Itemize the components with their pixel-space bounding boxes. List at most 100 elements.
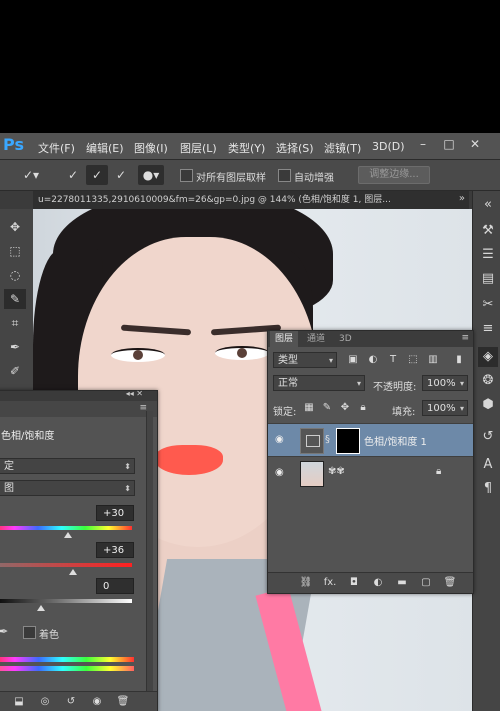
tab-layers[interactable]: 图层 xyxy=(270,331,299,347)
properties-scrollbar[interactable] xyxy=(146,411,153,691)
link-icon[interactable]: ⛓ xyxy=(298,576,314,590)
lightness-input[interactable]: 0 xyxy=(96,578,134,594)
tool-presets-icon[interactable]: ⚒ xyxy=(478,221,498,241)
menu-filter[interactable]: 滤镜(T) xyxy=(324,140,361,156)
minimize-button[interactable]: – xyxy=(412,135,434,153)
layer-row-hue-saturation[interactable]: ◉ § 色相/饱和度 1 xyxy=(268,423,473,456)
new-layer-icon[interactable]: ▢ xyxy=(418,576,434,590)
lock-position-icon[interactable]: ✥ xyxy=(338,401,352,415)
crop-tool-icon[interactable]: ⌗ xyxy=(4,313,26,333)
move-tool-icon[interactable]: ✥ xyxy=(4,217,26,237)
dock-collapse-icon[interactable]: « xyxy=(478,195,498,215)
filter-toggle-icon[interactable]: ▮ xyxy=(452,353,466,367)
layers-panel: 图层 通道 3D ≡ 类型 ▾ ▣ ◐ T ⬚ ▥ ▮ 正常 ▾ 不透明度: 100… xyxy=(267,330,474,594)
document-tab[interactable]: u=2278011335,2910610009&fm=26&gp=0.jpg @… xyxy=(33,191,428,209)
menu-3d[interactable]: 3D(D) xyxy=(372,140,405,153)
menu-file[interactable]: 文件(F) xyxy=(38,140,75,156)
menu-image[interactable]: 图像(I) xyxy=(134,140,168,156)
maximize-button[interactable]: □ xyxy=(438,135,460,153)
saturation-slider-track[interactable] xyxy=(0,563,132,567)
view-previous-icon[interactable]: ◎ xyxy=(37,695,53,709)
lock-transparent-icon[interactable]: ▦ xyxy=(302,401,316,415)
tab-3d[interactable]: 3D xyxy=(334,331,357,347)
blend-mode-select[interactable]: 正常 ▾ xyxy=(273,375,365,391)
brush-size-picker[interactable]: ●▾ xyxy=(138,165,164,185)
hue-input[interactable]: +30 xyxy=(96,505,134,521)
layer-mask-thumbnail[interactable] xyxy=(336,428,360,454)
lasso-tool-icon[interactable]: ◌ xyxy=(4,265,26,285)
photo-eye-left xyxy=(111,348,165,362)
tool-preset-picker[interactable]: ✓▾ xyxy=(16,165,46,185)
visibility-eye-icon[interactable]: ◉ xyxy=(275,434,284,445)
channel-select[interactable]: 图 ⬍ xyxy=(0,480,135,496)
filter-kind-value: 类型 xyxy=(278,355,298,366)
marquee-tool-icon[interactable]: ⬚ xyxy=(4,241,26,261)
delete-icon[interactable]: 🗑︎ xyxy=(115,695,131,709)
clip-to-layer-icon[interactable]: ⬓ xyxy=(11,695,27,709)
sliders-icon[interactable]: ≡ xyxy=(478,319,498,339)
visibility-eye-icon[interactable]: ◉ xyxy=(275,467,284,478)
menu-select[interactable]: 选择(S) xyxy=(276,140,314,156)
mask-icon[interactable]: ◘ xyxy=(346,576,362,590)
panel-menu-icon[interactable]: ≡ xyxy=(461,333,469,343)
hue-slider-knob[interactable] xyxy=(64,532,72,538)
trash-icon[interactable]: 🗑︎ xyxy=(442,576,458,590)
character-icon[interactable]: A xyxy=(478,455,498,475)
saturation-slider-knob[interactable] xyxy=(69,569,77,575)
preset-value: 定 xyxy=(4,461,14,472)
paths-icon[interactable]: ⬢ xyxy=(478,395,498,415)
filter-type-icon[interactable]: T xyxy=(386,353,400,367)
sample-all-layers-checkbox[interactable] xyxy=(180,169,193,182)
folder-icon[interactable]: ▬ xyxy=(394,576,410,590)
eyedropper-tool-icon[interactable]: ✒ xyxy=(4,337,26,357)
panel-collapse-icon[interactable]: ◂◂ ✕ xyxy=(126,389,143,398)
lock-all-icon[interactable]: 🔒︎ xyxy=(356,401,370,415)
close-button[interactable]: ✕ xyxy=(464,135,486,153)
hue-slider-track[interactable] xyxy=(0,526,132,530)
new-selection-icon[interactable]: ✓ xyxy=(62,165,84,185)
photo-lips xyxy=(155,445,223,475)
crop-dock-icon[interactable]: ✂ xyxy=(478,295,498,315)
auto-enhance-checkbox[interactable] xyxy=(278,169,291,182)
history-icon[interactable]: ↺ xyxy=(478,427,498,447)
hue-spectrum-bar-top xyxy=(0,657,134,662)
saturation-input[interactable]: +36 xyxy=(96,542,134,558)
menu-layer[interactable]: 图层(L) xyxy=(180,140,217,156)
filter-smart-object-icon[interactable]: ▥ xyxy=(426,353,440,367)
filter-kind-select[interactable]: 类型 ▾ xyxy=(273,352,337,368)
layer-row-background[interactable]: ◉ ✾✾ 🔒︎ xyxy=(268,456,473,489)
adjust-sliders-icon[interactable]: ☰ xyxy=(478,245,498,265)
histogram-icon[interactable]: ▤ xyxy=(478,269,498,289)
eyedropper-icon[interactable]: ✒ xyxy=(0,625,8,638)
lock-image-icon[interactable]: ✎ xyxy=(320,401,334,415)
adjustment-icon[interactable]: ◐ xyxy=(370,576,386,590)
properties-panel: ◂◂ ✕ ≡ 色相/饱和度 定 ⬍ 图 ⬍ +30 +36 0 ✒ 着色 ⬓ ◎ ↺ xyxy=(0,389,158,711)
lightness-slider-track[interactable] xyxy=(0,599,132,603)
fx-icon[interactable]: fx. xyxy=(322,576,338,590)
refine-edge-button[interactable]: 调整边缘... xyxy=(358,166,430,184)
fill-input[interactable]: 100% ▾ xyxy=(422,400,468,416)
subtract-selection-icon[interactable]: ✓ xyxy=(110,165,132,185)
layers-panel-footer: ⛓ fx. ◘ ◐ ▬ ▢ 🗑︎ xyxy=(268,572,473,593)
filter-pixel-icon[interactable]: ▣ xyxy=(346,353,360,367)
filter-shape-icon[interactable]: ⬚ xyxy=(406,353,420,367)
opacity-input[interactable]: 100% ▾ xyxy=(422,375,468,391)
tab-channels[interactable]: 通道 xyxy=(302,331,330,347)
menu-edit[interactable]: 编辑(E) xyxy=(86,140,124,156)
filter-adjustment-icon[interactable]: ◐ xyxy=(366,353,380,367)
healing-brush-tool-icon[interactable]: ✐ xyxy=(4,361,26,381)
paragraph-icon[interactable]: ¶ xyxy=(478,479,498,499)
preset-select[interactable]: 定 ⬍ xyxy=(0,458,135,474)
channels-icon[interactable]: ❂ xyxy=(478,371,498,391)
sample-all-layers-label: 对所有图层取样 xyxy=(196,173,266,184)
lightness-slider-knob[interactable] xyxy=(37,605,45,611)
mask-link-icon[interactable]: § xyxy=(325,434,330,445)
collapse-panels-icon[interactable]: » xyxy=(459,193,465,204)
colorize-checkbox[interactable] xyxy=(23,626,36,639)
menu-type[interactable]: 类型(Y) xyxy=(228,140,265,156)
visibility-toggle-icon[interactable]: ◉ xyxy=(89,695,105,709)
layers-icon[interactable]: ◈ xyxy=(478,347,498,367)
add-to-selection-icon[interactable]: ✓ xyxy=(86,165,108,185)
reset-icon[interactable]: ↺ xyxy=(63,695,79,709)
quick-selection-tool-icon[interactable]: ✎ xyxy=(4,289,26,309)
